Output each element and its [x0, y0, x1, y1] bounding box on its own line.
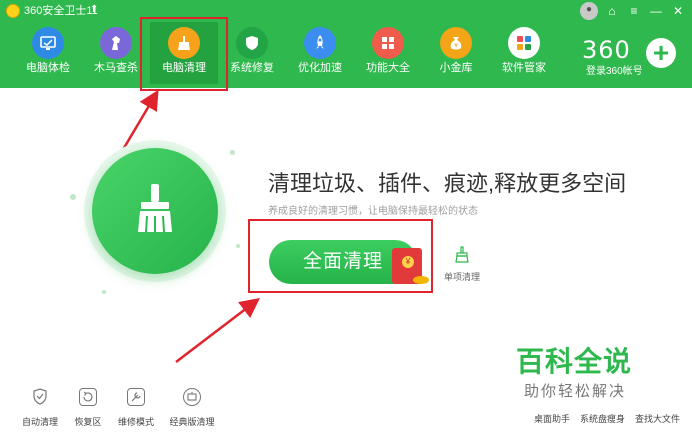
find-large-files-link[interactable]: 查找大文件: [635, 412, 680, 425]
desktop-assistant-link[interactable]: 桌面助手: [534, 412, 570, 425]
page-title: 清理垃圾、插件、痕迹,释放更多空间: [268, 171, 627, 196]
decor-dot: [102, 290, 106, 294]
broom-large-icon: [130, 182, 180, 241]
gold-coin-icon: [413, 276, 429, 284]
single-clean-label: 单项清理: [443, 272, 480, 282]
small-broom-icon: [453, 246, 471, 268]
tool-label: 自动清理: [21, 417, 58, 427]
yuan-coin-icon: ¥: [402, 256, 414, 268]
tool-label: 经典版清理: [169, 417, 215, 427]
tool-repair-mode[interactable]: 维修模式: [114, 388, 158, 428]
tool-label: 恢复区: [74, 417, 102, 427]
bottom-toolbar: 自动清理 恢复区 维修模式 经典版清理: [18, 388, 226, 428]
restore-icon: [79, 388, 97, 406]
decor-dot: [70, 194, 76, 200]
classic-icon: [183, 388, 201, 406]
page-subtitle: 养成良好的清理习惯，让电脑保持最轻松的状态: [268, 206, 478, 217]
tool-restore[interactable]: 恢复区: [66, 388, 110, 428]
watermark-subtitle: 助你轻松解决: [524, 383, 627, 400]
decor-dot: [236, 244, 240, 248]
tool-auto-clean[interactable]: 自动清理: [18, 388, 62, 428]
single-clean-button[interactable]: 单项清理: [441, 246, 483, 283]
watermark-title: 百科全说: [516, 346, 633, 377]
cleanup-hero: [92, 148, 218, 274]
wrench-icon: [127, 388, 145, 406]
bottom-right-links: 桌面助手 系统盘瘦身 查找大文件: [534, 412, 680, 425]
tool-label: 维修模式: [117, 417, 154, 427]
decor-dot: [230, 150, 235, 155]
tool-classic-clean[interactable]: 经典版清理: [162, 388, 222, 428]
shield-check-icon: [31, 388, 49, 406]
system-disk-slim-link[interactable]: 系统盘瘦身: [580, 412, 625, 425]
arrow-to-button: [175, 297, 260, 363]
